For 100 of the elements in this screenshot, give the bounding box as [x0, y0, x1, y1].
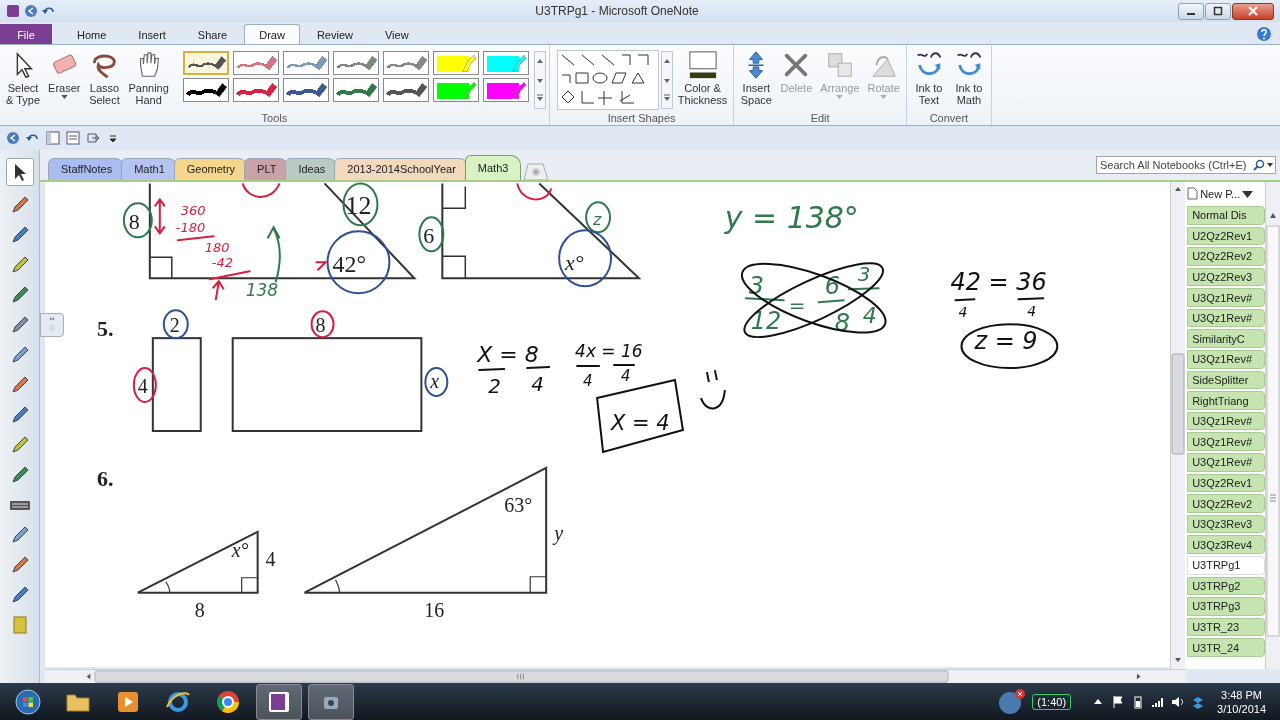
- pen-swatch[interactable]: [232, 78, 279, 102]
- ink-text: -42: [211, 255, 233, 271]
- group-label: Tools: [260, 111, 289, 125]
- page-tab[interactable]: U3TRPg2: [1187, 576, 1265, 596]
- battery-time: (1:40): [1032, 693, 1072, 710]
- page-tab[interactable]: U3Qz1Rev#: [1187, 350, 1265, 369]
- maximize-button[interactable]: [1205, 2, 1231, 20]
- new-page-button[interactable]: New P...: [1185, 181, 1265, 206]
- ink-line: [576, 365, 601, 367]
- smiley-drawing: [699, 369, 726, 410]
- worksheet-label: 12: [345, 191, 372, 221]
- ink-line: [847, 287, 880, 291]
- collapse-handle[interactable]: [40, 313, 64, 337]
- shapes-gallery[interactable]: [556, 50, 659, 110]
- search-icon[interactable]: [1253, 159, 1275, 171]
- eraser-button[interactable]: Eraser: [45, 48, 84, 101]
- ink-text: 4: [531, 371, 544, 396]
- ink-text: 4: [621, 367, 631, 385]
- flag-icon[interactable]: [1111, 694, 1126, 709]
- pen-swatch[interactable]: [332, 51, 379, 75]
- ink-to-text-button[interactable]: Ink to Text: [909, 48, 948, 108]
- section-tab[interactable]: Math3: [464, 154, 522, 180]
- pen-swatch[interactable]: [382, 78, 429, 102]
- highlighter-swatch[interactable]: [432, 51, 479, 75]
- group-label: Insert Shapes: [606, 111, 677, 125]
- page-tab[interactable]: U3Qz2Rev1: [1187, 473, 1265, 493]
- worksheet-label: 6.: [96, 465, 114, 491]
- pen-swatch[interactable]: [182, 78, 229, 102]
- ribbon-tab[interactable]: Insert: [123, 24, 181, 44]
- page-tab[interactable]: U3Qz1Rev#: [1187, 308, 1265, 328]
- gallery-scroll-icon[interactable]: [660, 51, 673, 109]
- worksheet-label: 8: [128, 209, 140, 235]
- worksheet-label: x°: [565, 250, 584, 276]
- panning-hand-button[interactable]: Panning Hand: [125, 48, 172, 108]
- pen-swatch[interactable]: [382, 51, 429, 75]
- worksheet-label: y: [554, 521, 563, 544]
- color-thickness-button[interactable]: Color & Thickness: [674, 48, 731, 108]
- tray-app-icon[interactable]: [998, 687, 1027, 716]
- maximize-icon: [1213, 6, 1223, 16]
- page-tab[interactable]: RightTriang: [1187, 391, 1265, 410]
- pointer-icon[interactable]: [5, 158, 34, 186]
- page-tab[interactable]: U2Qz2Rev2: [1187, 247, 1265, 266]
- horizontal-scrollbar[interactable]: [45, 668, 1186, 683]
- pen-swatch[interactable]: [282, 78, 329, 102]
- ribbon-tab[interactable]: Home: [62, 24, 122, 44]
- page-tab[interactable]: SimilarityC: [1187, 329, 1265, 349]
- ink-text: 12: [750, 307, 782, 336]
- volume-icon[interactable]: [1171, 694, 1186, 709]
- close-button[interactable]: [1232, 2, 1274, 20]
- ink-arrow: [153, 197, 166, 235]
- pen-swatch[interactable]: [182, 51, 229, 75]
- page-tab[interactable]: U3TR_23: [1187, 617, 1265, 637]
- clock-date: 3/10/2014: [1217, 701, 1266, 716]
- page-tab[interactable]: U3TRPg3: [1187, 597, 1265, 616]
- page-tab[interactable]: U2Qz2Rev1: [1187, 226, 1265, 246]
- highlighter-swatch[interactable]: [432, 78, 479, 102]
- back-icon[interactable]: [24, 4, 38, 18]
- gallery-scroll-icon[interactable]: [533, 51, 546, 109]
- page-tab[interactable]: U3Qz1Rev#: [1187, 411, 1265, 431]
- worksheet-label: 16: [424, 598, 445, 621]
- ribbon-tab[interactable]: View: [369, 24, 424, 44]
- file-tab[interactable]: File: [0, 24, 52, 44]
- select-type-button[interactable]: Select & Type: [3, 48, 44, 108]
- back-icon[interactable]: [6, 131, 20, 145]
- page-tab[interactable]: U3TR_24: [1187, 638, 1265, 657]
- ink-circle: [132, 367, 157, 403]
- page-layout-icon[interactable]: [46, 131, 60, 145]
- help-icon[interactable]: [1256, 26, 1272, 42]
- dock-icon[interactable]: [86, 131, 100, 145]
- lasso-select-button[interactable]: Lasso Select: [85, 48, 124, 108]
- ink-circle: [162, 309, 189, 340]
- browser-icon[interactable]: [215, 688, 241, 715]
- page-tab[interactable]: U3Qz3Rev4: [1187, 535, 1265, 554]
- pen-swatch[interactable]: [232, 51, 279, 75]
- clock-time: 3:48 PM: [1221, 687, 1262, 702]
- ribbon-tab[interactable]: Draw: [244, 24, 300, 44]
- page-tab[interactable]: Normal Dis: [1187, 205, 1265, 225]
- ink-circle: [424, 367, 449, 397]
- insert-space-button[interactable]: Insert Space: [737, 48, 776, 108]
- ribbon-tab[interactable]: Review: [301, 24, 368, 44]
- ink-to-math-button[interactable]: Ink to Math: [949, 48, 988, 108]
- page-tab[interactable]: U3Qz3Rev3: [1187, 514, 1265, 534]
- page-tab[interactable]: U2Qz2Rev3: [1187, 267, 1265, 287]
- start-button[interactable]: [15, 688, 41, 715]
- ink-text: 3: [748, 272, 765, 301]
- highlighter-swatch[interactable]: [482, 51, 529, 75]
- pen-swatch[interactable]: [332, 78, 379, 102]
- search-field[interactable]: Search All Notebooks (Ctrl+E): [1096, 156, 1276, 174]
- page-tab[interactable]: U3Qz1Rev#: [1187, 288, 1265, 307]
- page-tab[interactable]: U3Qz2Rev2: [1187, 494, 1265, 513]
- page-tab[interactable]: SideSplitter: [1187, 370, 1265, 390]
- page-layout-icon[interactable]: [66, 131, 80, 145]
- ribbon-tab[interactable]: Share: [182, 24, 243, 44]
- worksheet-label: 4: [265, 547, 276, 570]
- page-tab[interactable]: U3Qz1Rev#: [1187, 432, 1265, 452]
- page-tab[interactable]: U3Qz1Rev#: [1187, 453, 1265, 472]
- page-tab[interactable]: U3TRPg1: [1187, 556, 1265, 575]
- highlighter-swatch[interactable]: [482, 78, 529, 102]
- minimize-button[interactable]: [1178, 2, 1204, 20]
- pen-swatch[interactable]: [282, 51, 329, 75]
